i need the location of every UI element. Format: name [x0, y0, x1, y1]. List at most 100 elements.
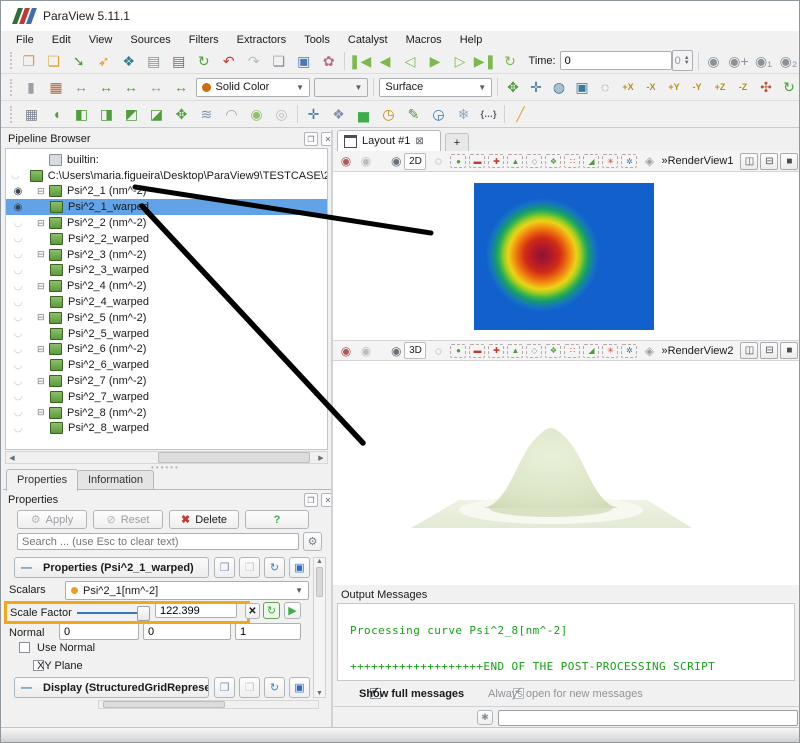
step-back-icon[interactable]: ◀ — [375, 51, 396, 71]
auto-apply-icon[interactable]: ➶ — [93, 51, 114, 71]
play-icon[interactable]: ▶ — [425, 51, 446, 71]
view-minus-z-icon[interactable]: -Z — [733, 77, 753, 97]
tab-properties[interactable]: Properties — [6, 469, 78, 491]
undo-icon[interactable]: ↶ — [218, 51, 239, 71]
save-icon[interactable]: ❏ — [43, 51, 64, 71]
scrollbar-thumb[interactable] — [103, 701, 225, 708]
select-surface-cells-icon[interactable]: ● — [450, 154, 466, 168]
undock-panel-icon[interactable]: ❐ — [304, 493, 318, 507]
pipeline-item[interactable]: ⊟ Psi^2_4 (nm^-2) — [6, 278, 327, 294]
toolbar-handle[interactable] — [10, 79, 16, 96]
save-defaults-icon[interactable]: ▣ — [289, 677, 310, 698]
zoom-to-data-icon[interactable]: ✛ — [526, 77, 546, 97]
renderview2-label[interactable]: »RenderView2 — [661, 345, 737, 357]
zoom-to-box-icon[interactable]: ◌ — [429, 343, 447, 359]
rescale-temporal-icon[interactable]: ↔ — [146, 77, 167, 97]
properties-vertical-scrollbar[interactable]: ▲ ▼ — [313, 557, 326, 698]
menu-item[interactable]: View — [80, 34, 122, 46]
first-frame-icon[interactable]: ❚◀ — [350, 51, 371, 71]
menu-item[interactable]: Help — [451, 34, 492, 46]
menu-item[interactable]: Catalyst — [339, 34, 397, 46]
programmable-filter-icon[interactable]: {…} — [478, 104, 499, 124]
play-backward-icon[interactable]: ◁ — [400, 51, 421, 71]
help-button[interactable]: ? — [245, 510, 309, 529]
reset-button[interactable]: ⊘ Reset — [93, 510, 163, 529]
output-messages-box[interactable]: Processing curve Psi^2_8[nm^-2]+++++++++… — [337, 603, 795, 681]
add-selection-icon[interactable]: ✚ — [488, 154, 504, 168]
apply-button[interactable]: ⚙ Apply — [17, 510, 87, 529]
calculator-icon[interactable]: ▦ — [21, 104, 42, 124]
visibility-eye-icon[interactable] — [11, 297, 25, 308]
clear-scale-factor-button[interactable]: ✕ — [245, 603, 260, 619]
interactive-select-cells-icon[interactable]: ◢ — [583, 154, 599, 168]
select-block-icon[interactable]: ∷ — [564, 344, 580, 358]
scalar-bar-icon[interactable]: ▮ — [21, 77, 42, 97]
edit-colormap-icon[interactable]: ▦ — [46, 77, 67, 97]
split-horizontal-icon[interactable]: ◫ — [740, 153, 758, 170]
subtract-selection-icon[interactable]: ▬ — [469, 154, 485, 168]
hover-points-icon[interactable]: ✲ — [621, 154, 637, 168]
pipeline-item[interactable]: ⊟ builtin: — [6, 152, 327, 168]
extract-subset-icon[interactable]: ◪ — [146, 104, 167, 124]
expander-icon[interactable]: ⊟ — [37, 376, 48, 387]
use-normal-checkbox[interactable] — [19, 642, 30, 653]
select-polygon-icon[interactable]: ❖ — [545, 344, 561, 358]
split-horizontal-icon[interactable]: ◫ — [740, 342, 758, 359]
plot-selection-over-time-icon[interactable]: ◶ — [428, 104, 449, 124]
normal-x-input[interactable] — [59, 623, 139, 640]
histogram-icon[interactable]: ▅ — [353, 104, 374, 124]
camera-reset-icon[interactable]: ◉ — [357, 343, 375, 359]
rescale-visible-icon[interactable]: ↔ — [171, 77, 192, 97]
visibility-eye-icon[interactable] — [11, 312, 25, 323]
select-frustum-icon[interactable]: ◇ — [526, 154, 542, 168]
plot-over-line-icon[interactable]: ✎ — [403, 104, 424, 124]
visibility-eye-icon[interactable] — [11, 281, 25, 292]
isometric-view-icon[interactable]: ✣ — [756, 77, 776, 97]
view-plus-y-icon[interactable]: +Y — [664, 77, 684, 97]
select-polygon-icon[interactable]: ❖ — [545, 154, 561, 168]
expander-icon[interactable]: ⊟ — [37, 344, 48, 355]
reload-properties-icon[interactable]: ↻ — [264, 677, 285, 698]
search-input[interactable] — [17, 533, 299, 550]
camera-mode-toggle[interactable]: 3D — [404, 342, 426, 359]
slider-handle[interactable] — [137, 606, 150, 621]
hover-points-icon[interactable]: ✲ — [621, 344, 637, 358]
warp-by-vector-icon[interactable]: ◠ — [221, 104, 242, 124]
pipeline-item[interactable]: ⊟ Psi^2_2_warped — [6, 231, 327, 247]
spinner-arrows-icon[interactable]: ▲▼ — [684, 56, 690, 66]
save-defaults-icon[interactable]: ▣ — [289, 557, 310, 578]
pipeline-item[interactable]: ⊟ Psi^2_6 (nm^-2) — [6, 342, 327, 358]
visibility-eye-icon[interactable] — [11, 170, 20, 181]
pipeline-item[interactable]: ⊟ Psi^2_3_warped — [6, 263, 327, 279]
color-by-combo[interactable]: Solid Color ▼ — [196, 78, 311, 97]
camera-zoom-icon[interactable]: ◉ — [703, 51, 724, 71]
camera-1-icon[interactable]: ◉₁ — [753, 51, 774, 71]
expander-icon[interactable]: ⊟ — [37, 407, 48, 418]
threshold-icon[interactable]: ◩ — [121, 104, 142, 124]
scroll-up-icon[interactable]: ▲ — [314, 558, 325, 565]
scroll-right-icon[interactable]: ▶ — [315, 454, 327, 462]
camera-2-icon[interactable]: ◉₂ — [778, 51, 799, 71]
toolbar-handle[interactable] — [10, 106, 16, 123]
zoom-to-box-icon[interactable]: ◌ — [595, 77, 615, 97]
delete-button[interactable]: ✖ Delete — [169, 510, 239, 529]
scroll-down-icon[interactable]: ▼ — [314, 690, 325, 697]
add-selection-icon[interactable]: ✚ — [488, 344, 504, 358]
time-input[interactable] — [560, 51, 672, 70]
zoom-closest-to-data-icon[interactable]: ▣ — [572, 77, 592, 97]
view-plus-x-icon[interactable]: +X — [618, 77, 638, 97]
pipeline-item[interactable]: ⊟ Psi^2_5_warped — [6, 326, 327, 342]
visibility-eye-icon[interactable] — [11, 344, 25, 355]
menu-item[interactable]: File — [7, 34, 43, 46]
scalars-combo[interactable]: Psi^2_1[nm^-2] ▼ — [65, 581, 309, 600]
pipeline-item[interactable]: ⊟ Psi^2_3 (nm^-2) — [6, 247, 327, 263]
load-state-icon[interactable]: ➘ — [68, 51, 89, 71]
visibility-eye-icon[interactable] — [11, 391, 25, 402]
copy-properties-icon[interactable]: ❐ — [214, 557, 235, 578]
rescale-over-time-icon[interactable]: ↔ — [121, 77, 142, 97]
glyph-filter-icon[interactable]: ✥ — [171, 104, 192, 124]
interactive-select-points-icon[interactable]: ✳ — [602, 154, 618, 168]
capture-screenshot-icon[interactable]: ▣ — [293, 51, 314, 71]
group-datasets-icon[interactable]: ◉ — [246, 104, 267, 124]
pipeline-item[interactable]: ⊟ Psi^2_4_warped — [6, 294, 327, 310]
